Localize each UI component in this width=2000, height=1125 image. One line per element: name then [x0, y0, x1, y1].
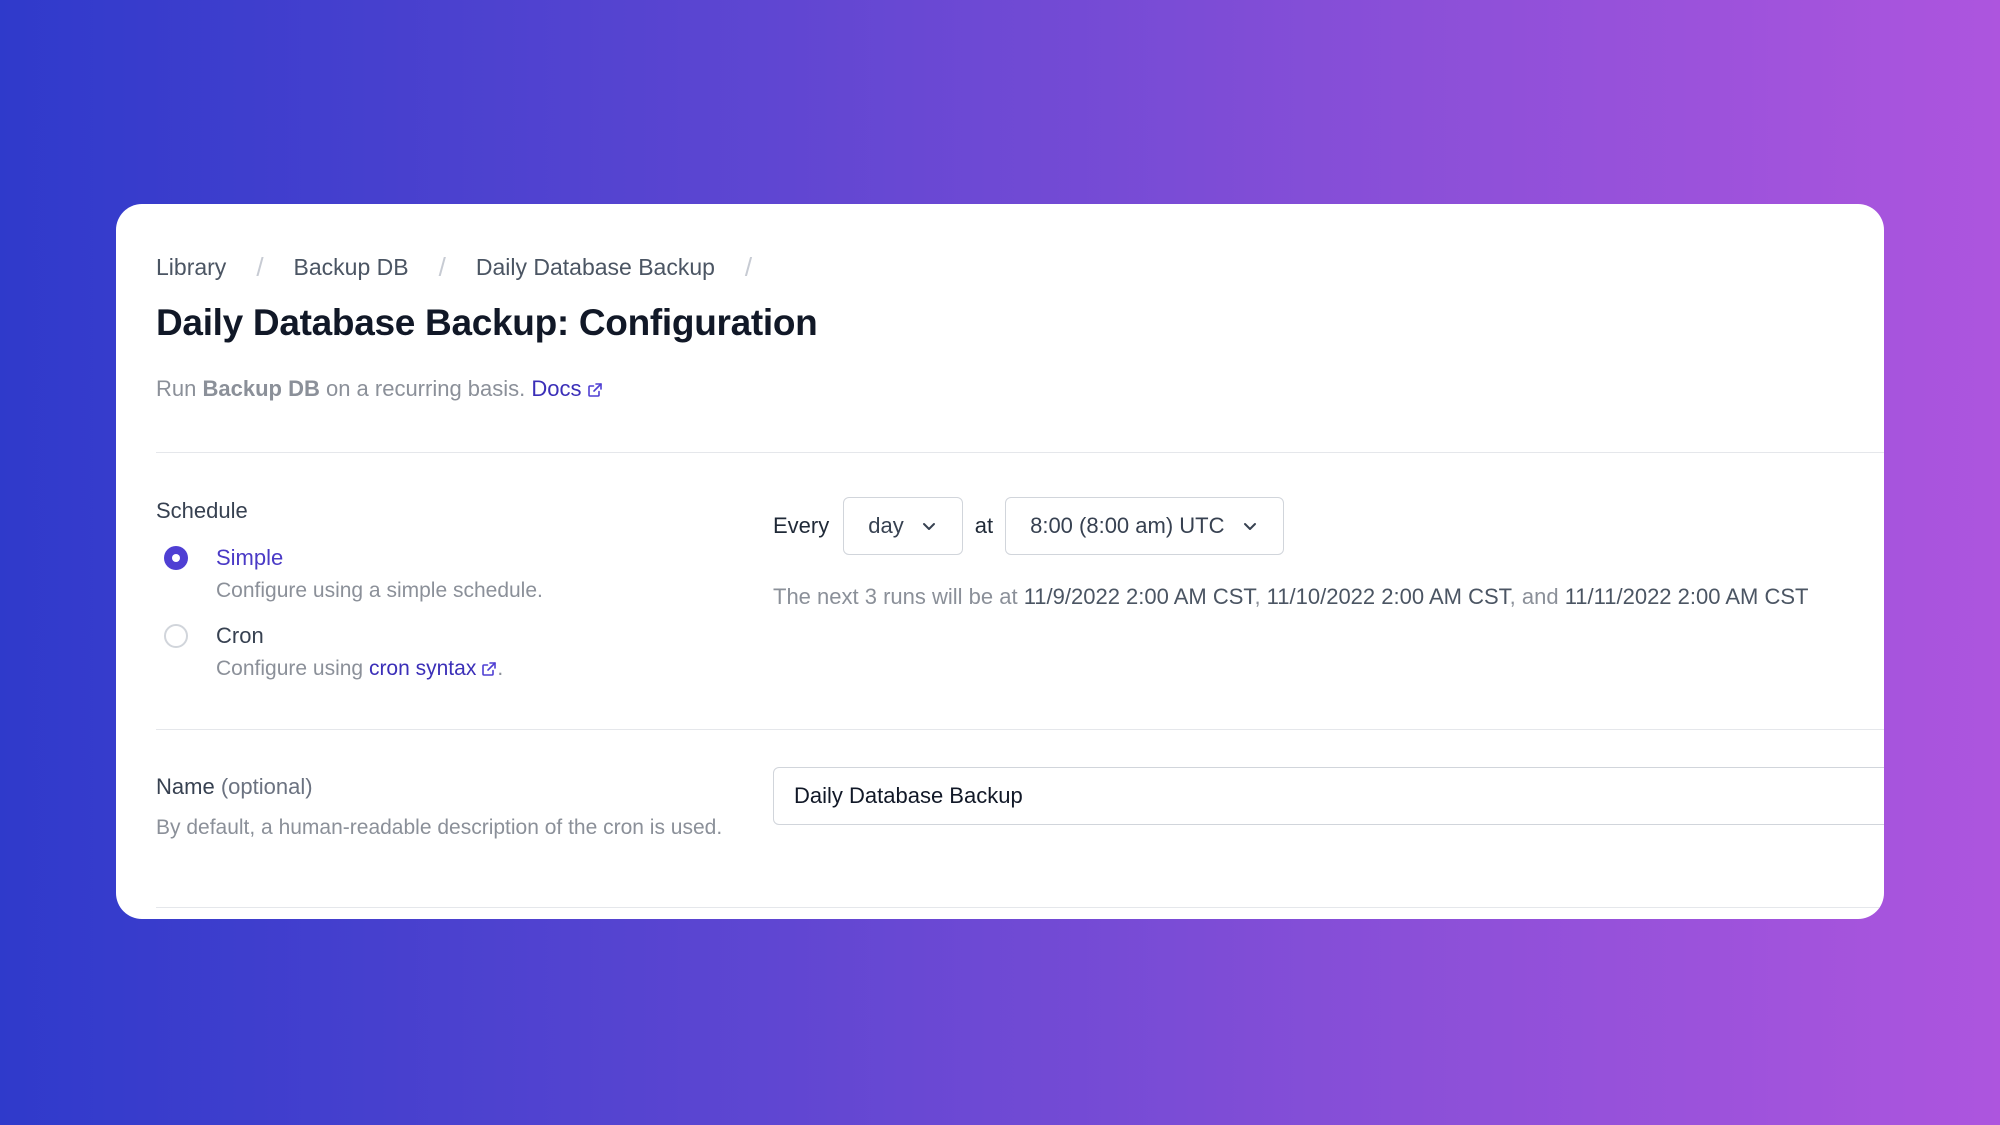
breadcrumb-item-library[interactable]: Library [156, 254, 226, 281]
name-label: Name (optional) [156, 774, 313, 800]
docs-link-label: Docs [531, 376, 582, 401]
next-run-1: 11/9/2022 2:00 AM CST [1023, 584, 1255, 609]
at-label: at [974, 513, 994, 538]
cron-syntax-link[interactable]: cron syntax [369, 657, 497, 681]
time-select[interactable]: 8:00 (8:00 am) UTC [1005, 497, 1284, 555]
schedule-controls: Every day at 8:00 (8:00 am) UTC [773, 497, 1284, 555]
next-runs-sep-1: , [1254, 584, 1267, 609]
schedule-label: Schedule [156, 498, 248, 523]
name-optional-label: (optional) [220, 774, 313, 799]
frequency-select[interactable]: day [843, 497, 963, 555]
cron-desc-prefix: Configure using [216, 657, 369, 680]
frequency-value: day [868, 513, 904, 538]
cron-syntax-link-label: cron syntax [368, 657, 477, 680]
page-subtitle: Run Backup DB on a recurring basis. Docs [156, 376, 603, 402]
external-link-icon [587, 383, 602, 397]
subtitle-prefix: Run [156, 376, 203, 401]
name-input[interactable] [773, 767, 1884, 825]
next-runs-prefix: The next 3 runs will be at [773, 584, 1024, 609]
page-title: Daily Database Backup: Configuration [156, 302, 818, 343]
radio-checked-icon[interactable] [164, 546, 188, 570]
next-runs-text: The next 3 runs will be at 11/9/2022 2:0… [773, 584, 1809, 610]
section-divider [156, 907, 1884, 908]
section-divider [156, 452, 1884, 453]
radio-option-cron-title: Cron [216, 623, 264, 648]
configuration-card: Library / Backup DB / Daily Database Bac… [116, 204, 1884, 919]
docs-link[interactable]: Docs [531, 376, 602, 402]
radio-option-simple-title: Simple [216, 545, 284, 570]
radio-option-cron-text: Cron Configure using cron syntax. [216, 623, 503, 681]
radio-option-cron-desc: Configure using cron syntax. [216, 657, 503, 681]
name-description: By default, a human-readable description… [156, 816, 723, 839]
name-label-text: Name [156, 774, 215, 799]
chevron-down-icon [1243, 523, 1256, 530]
external-link-icon [482, 662, 497, 677]
breadcrumb-item-backup-db[interactable]: Backup DB [294, 254, 409, 281]
subtitle-suffix: on a recurring basis. [319, 376, 532, 401]
subtitle-job-name: Backup DB [202, 376, 320, 401]
breadcrumb-item-daily-database-backup[interactable]: Daily Database Backup [476, 254, 715, 281]
radio-option-simple-text: Simple Configure using a simple schedule… [216, 545, 543, 603]
every-label: Every [773, 513, 830, 538]
radio-unchecked-icon[interactable] [164, 624, 188, 648]
time-value: 8:00 (8:00 am) UTC [1030, 513, 1225, 538]
chevron-down-icon [922, 523, 935, 530]
cron-desc-suffix: . [497, 657, 504, 680]
breadcrumb: Library / Backup DB / Daily Database Bac… [156, 252, 782, 283]
radio-option-cron[interactable]: Cron Configure using cron syntax. [164, 623, 503, 681]
next-runs-sep-2: , and [1509, 584, 1565, 609]
breadcrumb-separator: / [256, 252, 264, 282]
breadcrumb-separator: / [438, 252, 446, 282]
radio-option-simple-desc: Configure using a simple schedule. [216, 579, 543, 602]
section-divider [156, 729, 1884, 730]
next-run-2: 11/10/2022 2:00 AM CST [1266, 584, 1510, 609]
breadcrumb-separator: / [744, 252, 753, 282]
radio-option-simple[interactable]: Simple Configure using a simple schedule… [164, 545, 543, 603]
next-run-3: 11/11/2022 2:00 AM CST [1564, 584, 1809, 609]
